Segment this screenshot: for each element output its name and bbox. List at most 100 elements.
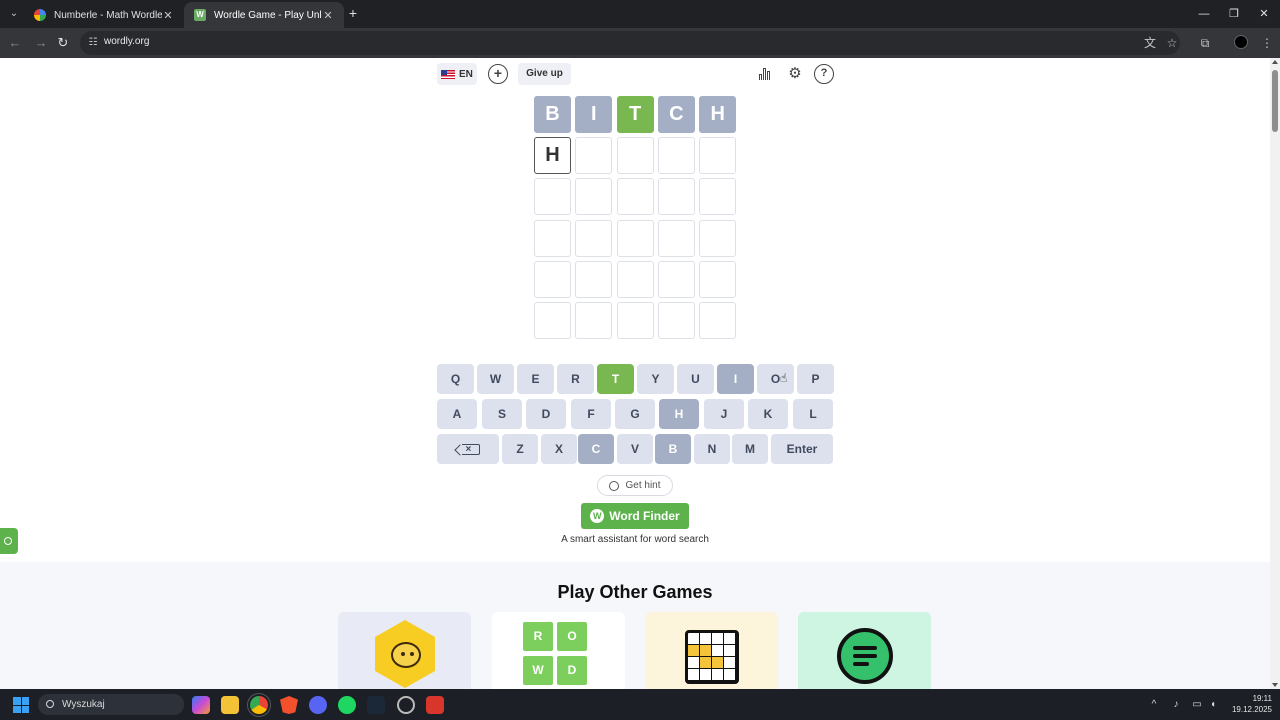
game-card-chat[interactable] xyxy=(798,612,931,689)
network-icon[interactable]: ▭ xyxy=(1189,697,1205,713)
microphone-icon[interactable]: ♪ xyxy=(1168,697,1184,713)
key-f[interactable]: F xyxy=(571,399,611,429)
key-v[interactable]: V xyxy=(617,434,653,464)
key-r[interactable]: R xyxy=(557,364,594,394)
board-tile: C xyxy=(657,96,695,133)
steam-icon[interactable] xyxy=(367,696,385,714)
profile-avatar[interactable] xyxy=(1234,35,1248,49)
key-s[interactable]: S xyxy=(482,399,522,429)
mouse-cursor-icon: ☝ xyxy=(780,371,788,385)
copilot-icon[interactable] xyxy=(192,696,210,714)
volume-icon[interactable]: ◖ xyxy=(1205,697,1221,713)
key-o[interactable]: O xyxy=(757,364,794,394)
taskbar-search[interactable]: Wyszukaj xyxy=(38,694,184,715)
scroll-down-arrow-icon[interactable] xyxy=(1272,683,1278,687)
clock-date: 19.12.2025 xyxy=(1231,705,1272,714)
brave-icon[interactable] xyxy=(280,696,298,714)
board-tile xyxy=(657,178,695,216)
bee-icon xyxy=(375,620,435,688)
key-g[interactable]: G xyxy=(615,399,655,429)
key-e[interactable]: E xyxy=(517,364,554,394)
minimize-icon[interactable]: — xyxy=(1189,0,1219,28)
backspace-key[interactable] xyxy=(437,434,499,465)
more-menu-icon[interactable]: ⋮ xyxy=(1258,34,1276,52)
key-j[interactable]: J xyxy=(704,399,744,429)
help-icon[interactable]: ? xyxy=(814,64,834,84)
key-p[interactable]: P xyxy=(797,364,834,394)
key-y[interactable]: Y xyxy=(637,364,674,394)
key-n[interactable]: N xyxy=(694,434,730,464)
extensions-icon[interactable]: ⧉ xyxy=(1196,34,1214,52)
board-tile xyxy=(699,260,737,298)
key-h[interactable]: H xyxy=(659,399,699,429)
word-finder-label: Word Finder xyxy=(609,509,680,523)
key-a[interactable]: A xyxy=(437,399,477,429)
key-i[interactable]: I xyxy=(717,364,754,394)
windows-start-icon[interactable] xyxy=(13,697,29,713)
board-tile xyxy=(575,302,613,339)
key-c[interactable]: C xyxy=(578,434,614,464)
reload-icon[interactable]: ↻ xyxy=(54,33,72,53)
get-hint-button[interactable]: Get hint xyxy=(597,475,673,496)
game-card-word-tiles[interactable]: R O W D xyxy=(492,612,625,689)
side-feedback-tab[interactable] xyxy=(0,528,18,554)
gear-icon[interactable]: ⚙ xyxy=(784,63,806,85)
game-card-spelling-bee[interactable] xyxy=(338,612,471,689)
key-m[interactable]: M xyxy=(732,434,768,464)
key-w[interactable]: W xyxy=(477,364,514,394)
taskbar-search-label: Wyszukaj xyxy=(62,699,105,710)
obs-icon[interactable] xyxy=(397,696,415,714)
hint-label: Get hint xyxy=(625,480,661,491)
plus-circle-icon[interactable]: + xyxy=(488,64,508,84)
close-tab-icon[interactable]: ✕ xyxy=(322,9,334,22)
chrome-icon[interactable] xyxy=(247,693,271,717)
forward-icon[interactable]: → xyxy=(32,33,50,53)
close-window-icon[interactable]: ✕ xyxy=(1249,0,1279,28)
word-finder-logo-icon: W xyxy=(590,509,605,523)
game-card-grid[interactable] xyxy=(645,612,778,689)
wordly-favicon-icon: W xyxy=(194,9,206,21)
amd-software-icon[interactable] xyxy=(426,696,444,714)
give-up-button[interactable]: Give up xyxy=(518,63,571,85)
board-tile xyxy=(616,219,654,257)
new-tab-button[interactable]: + xyxy=(346,5,360,21)
key-z[interactable]: Z xyxy=(502,434,538,464)
board-tile xyxy=(575,178,613,216)
tab-numberle[interactable]: Numberle - Math Wordle Game ✕ xyxy=(24,2,184,28)
key-d[interactable]: D xyxy=(526,399,566,429)
tab-wordle[interactable]: W Wordle Game - Play Unlimited ✕ xyxy=(184,2,344,28)
spotify-icon[interactable] xyxy=(338,696,356,714)
stats-icon[interactable] xyxy=(754,63,776,85)
tray-chevron-icon[interactable]: ^ xyxy=(1146,697,1162,713)
bookmark-star-icon[interactable]: ☆ xyxy=(1163,34,1181,52)
board-tile xyxy=(657,219,695,257)
address-bar[interactable]: ☷ wordly.org xyxy=(80,31,1180,55)
enter-key[interactable]: Enter xyxy=(771,434,833,464)
board-tile xyxy=(534,219,571,257)
discord-icon[interactable] xyxy=(309,696,327,714)
scroll-thumb[interactable] xyxy=(1272,70,1278,132)
restore-icon[interactable]: ❐ xyxy=(1219,0,1249,28)
site-info-icon[interactable]: ☷ xyxy=(86,36,100,50)
key-t[interactable]: T xyxy=(597,364,634,394)
scroll-up-arrow-icon[interactable] xyxy=(1272,60,1278,64)
file-explorer-icon[interactable] xyxy=(221,696,239,714)
taskbar-clock[interactable]: 19:11 19.12.2025 xyxy=(1224,693,1272,715)
chat-icon xyxy=(837,628,893,684)
language-label: EN xyxy=(459,68,473,80)
key-u[interactable]: U xyxy=(677,364,714,394)
key-x[interactable]: X xyxy=(541,434,577,464)
translate-icon[interactable]: 文 xyxy=(1141,34,1159,52)
tab-search-chevron-icon[interactable]: ⌄ xyxy=(6,6,22,22)
language-button[interactable]: EN xyxy=(437,63,477,85)
board-tile xyxy=(699,178,737,216)
key-l[interactable]: L xyxy=(793,399,833,429)
word-finder-button[interactable]: W Word Finder xyxy=(581,503,689,529)
board-tile xyxy=(534,302,571,339)
page-scrollbar[interactable] xyxy=(1270,58,1280,689)
key-k[interactable]: K xyxy=(748,399,788,429)
key-q[interactable]: Q xyxy=(437,364,474,394)
close-tab-icon[interactable]: ✕ xyxy=(162,9,174,22)
key-b[interactable]: B xyxy=(655,434,691,464)
back-icon[interactable]: ← xyxy=(6,33,24,53)
